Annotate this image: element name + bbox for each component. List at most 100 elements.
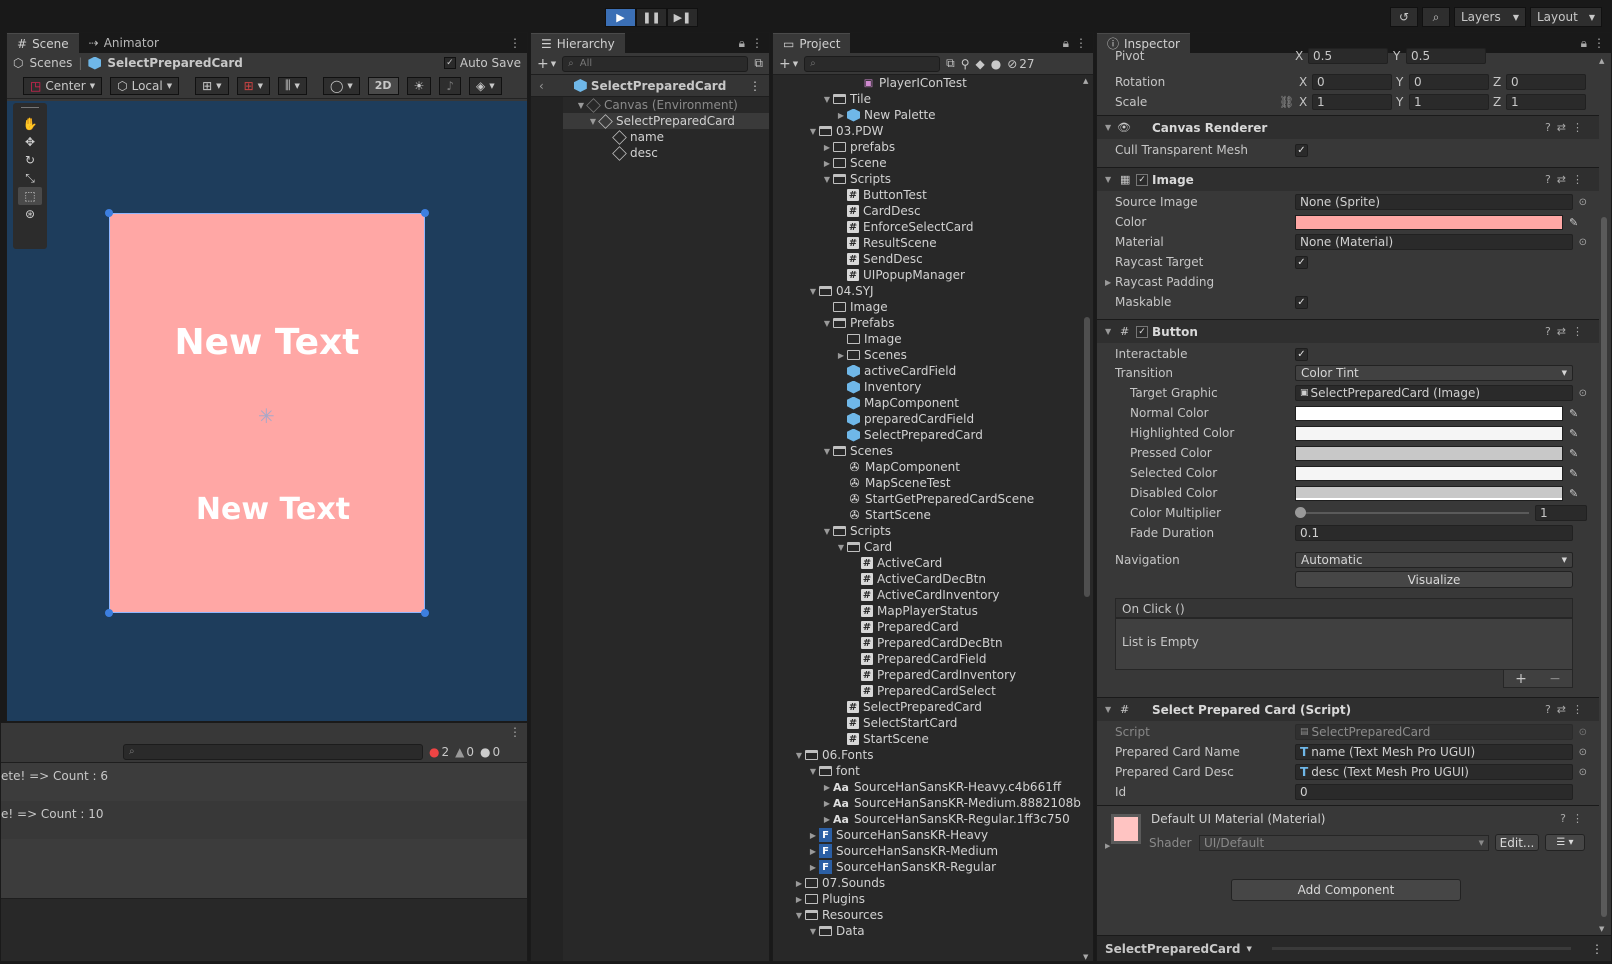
object-picker-icon[interactable]: ⊙ xyxy=(1579,388,1587,399)
expand-arrow-icon[interactable]: ▼ xyxy=(807,127,819,136)
back-arrow-icon[interactable]: ‹ xyxy=(539,79,544,93)
project-item[interactable]: MapComponent xyxy=(835,395,959,411)
project-item[interactable]: # SelectStartCard xyxy=(835,715,957,731)
pivot-gizmo-icon[interactable]: ✳ xyxy=(258,404,275,428)
collapse-arrow-icon[interactable]: ▶ xyxy=(835,351,847,360)
warning-count[interactable]: ▲ 0 xyxy=(455,745,474,759)
image-header[interactable]: ▼ ▦ ✓ Image ?⇄⋮ xyxy=(1097,167,1599,191)
effects-button[interactable]: ◈ ▼ xyxy=(469,76,502,95)
material-actions[interactable]: ?⋮ xyxy=(1560,812,1589,825)
project-item[interactable]: ▣ PlayerIConTest xyxy=(849,75,967,91)
project-item[interactable]: ▼ Data xyxy=(807,923,865,939)
footer-object-label[interactable]: SelectPreparedCard xyxy=(1105,942,1240,956)
target-graphic-field[interactable]: ▣ SelectPreparedCard (Image) xyxy=(1295,385,1573,401)
project-item[interactable]: ▼ Scripts xyxy=(821,171,891,187)
project-item[interactable]: ▶ Scenes xyxy=(835,347,907,363)
project-item[interactable]: ▼ 06.Fonts xyxy=(793,747,874,763)
component-actions[interactable]: ?⇄⋮ xyxy=(1545,325,1589,338)
project-item[interactable]: Image xyxy=(821,299,888,315)
hierarchy-item[interactable]: desc xyxy=(601,145,658,161)
expand-arrow-icon[interactable]: ▼ xyxy=(807,767,819,776)
inspector-scrollbar[interactable]: ▲ ▼ xyxy=(1599,57,1609,933)
project-item[interactable]: ▼ Prefabs xyxy=(821,315,895,331)
eyedropper-icon[interactable]: ✎ xyxy=(1569,487,1581,500)
kebab-menu-icon[interactable]: ⋮ xyxy=(1075,36,1087,50)
project-item[interactable]: ▶ prefabs xyxy=(821,139,895,155)
navigation-dropdown[interactable]: Automatic ▼ xyxy=(1295,552,1573,568)
transform-tool[interactable]: ⊛ xyxy=(18,205,42,223)
hierarchy-item[interactable]: ▼ Canvas (Environment) xyxy=(575,97,738,113)
pivot-x-field[interactable]: 0.5 xyxy=(1308,48,1388,64)
lock-icon[interactable]: 🔒︎ xyxy=(739,36,745,51)
rotate-tool[interactable]: ↻ xyxy=(18,151,42,169)
multiplier-slider-handle[interactable] xyxy=(1295,507,1306,518)
expand-arrow-icon[interactable]: ▼ xyxy=(821,527,833,536)
hierarchy-search-input[interactable]: ⌕ All xyxy=(562,55,749,72)
project-item[interactable]: ▼ Card xyxy=(835,539,892,555)
card-name-field[interactable]: Tname (Text Mesh Pro UGUI) xyxy=(1295,744,1573,760)
play-button[interactable]: ▶ xyxy=(605,8,636,27)
source-image-field[interactable]: None (Sprite) xyxy=(1295,194,1573,210)
visualize-button[interactable]: Visualize xyxy=(1295,571,1573,588)
search-filter-icon[interactable]: ⧉ xyxy=(754,56,763,71)
project-item[interactable]: ▶ Aa SourceHanSansKR-Heavy.c4b661ff xyxy=(821,779,1061,795)
script-header[interactable]: ▼ # Select Prepared Card (Script) ?⇄⋮ xyxy=(1097,697,1599,721)
project-item[interactable]: Image xyxy=(835,331,902,347)
move-tool[interactable]: ✥ xyxy=(18,133,42,151)
tab-hierarchy[interactable]: ☰ Hierarchy xyxy=(531,33,625,53)
project-item[interactable]: # ResultScene xyxy=(835,235,937,251)
layout-dropdown[interactable]: Layout ▼ xyxy=(1530,7,1602,27)
card-desc-field[interactable]: Tdesc (Text Mesh Pro UGUI) xyxy=(1295,764,1573,780)
expand-arrow-icon[interactable]: ▼ xyxy=(821,319,833,328)
pivot-y-field[interactable]: 0.5 xyxy=(1406,48,1486,64)
scroll-up-icon[interactable]: ▲ xyxy=(1599,57,1604,65)
project-item[interactable]: # ActiveCardInventory xyxy=(849,587,1000,603)
scene-viewport[interactable]: ✋ ✥ ↻ ⤡ ⬚ ⊛ New Text New Text ✳ xyxy=(7,101,527,721)
project-item[interactable]: ▶ Aa SourceHanSansKR-Medium.8882108b xyxy=(821,795,1081,811)
add-component-button[interactable]: Add Component xyxy=(1231,879,1461,901)
scroll-thumb[interactable] xyxy=(1084,317,1090,597)
raycast-target-checkbox[interactable]: ✓ xyxy=(1295,255,1308,269)
eyedropper-icon[interactable]: ✎ xyxy=(1569,407,1581,420)
project-item[interactable]: ▼ 04.SYJ xyxy=(807,283,874,299)
object-picker-icon[interactable]: ⊙ xyxy=(1579,197,1587,208)
search-button[interactable]: ⌕ xyxy=(1422,7,1450,27)
resize-handle[interactable] xyxy=(421,209,429,217)
scroll-thumb[interactable] xyxy=(1601,217,1607,917)
console-log-entry[interactable]: ete! => Count : 6 xyxy=(1,763,527,801)
collapse-arrow-icon[interactable]: ▼ xyxy=(1105,327,1111,336)
component-actions[interactable]: ?⇄⋮ xyxy=(1545,173,1589,186)
project-item[interactable]: preparedCardField xyxy=(835,411,974,427)
rotation-x-field[interactable]: 0 xyxy=(1312,74,1392,90)
project-item[interactable]: ▼ Scripts xyxy=(821,523,891,539)
project-item[interactable]: ✇ StartGetPreparedCardScene xyxy=(835,491,1034,507)
collapse-arrow-icon[interactable]: ▶ xyxy=(835,111,847,120)
2d-toggle[interactable]: 2D xyxy=(367,76,399,95)
selected-color-swatch[interactable] xyxy=(1295,465,1563,481)
raycast-padding-row[interactable]: ▶ Raycast Padding xyxy=(1097,273,1599,291)
project-item[interactable]: ✇ MapComponent xyxy=(835,459,960,475)
scale-z-field[interactable]: 1 xyxy=(1506,94,1586,110)
project-item[interactable]: # UIPopupManager xyxy=(835,267,965,283)
project-item[interactable]: # StartScene xyxy=(835,731,929,747)
object-picker-icon[interactable]: ⊙ xyxy=(1579,747,1587,758)
expand-arrow-icon[interactable]: ▶ xyxy=(1105,278,1111,287)
fade-duration-field[interactable]: 0.1 xyxy=(1295,525,1573,541)
project-item[interactable]: # PreparedCardDecBtn xyxy=(849,635,1003,651)
expand-arrow-icon[interactable]: ▼ xyxy=(835,543,847,552)
project-item[interactable]: ▶ Aa SourceHanSansKR-Regular.1ff3c750 xyxy=(821,811,1070,827)
eyedropper-icon[interactable]: ✎ xyxy=(1569,467,1581,480)
project-item[interactable]: activeCardField xyxy=(835,363,956,379)
info-count[interactable]: ● 0 xyxy=(480,745,500,759)
tab-animator[interactable]: ⇢ Animator xyxy=(79,33,169,53)
hidden-packages-button[interactable]: ⊘ 27 xyxy=(1007,57,1034,71)
multiplier-field[interactable]: 1 xyxy=(1535,505,1587,521)
add-icon[interactable]: + xyxy=(1515,671,1527,687)
eyedropper-icon[interactable]: ✎ xyxy=(1569,427,1581,440)
resize-handle[interactable] xyxy=(105,209,113,217)
kebab-menu-icon[interactable]: ⋮ xyxy=(751,36,763,50)
kebab-menu-icon[interactable]: ⋮ xyxy=(749,79,761,93)
project-item[interactable]: ▶ 07.Sounds xyxy=(793,875,885,891)
add-icon[interactable]: + xyxy=(537,56,549,72)
search-filter-icon[interactable]: ⧉ xyxy=(946,56,955,71)
